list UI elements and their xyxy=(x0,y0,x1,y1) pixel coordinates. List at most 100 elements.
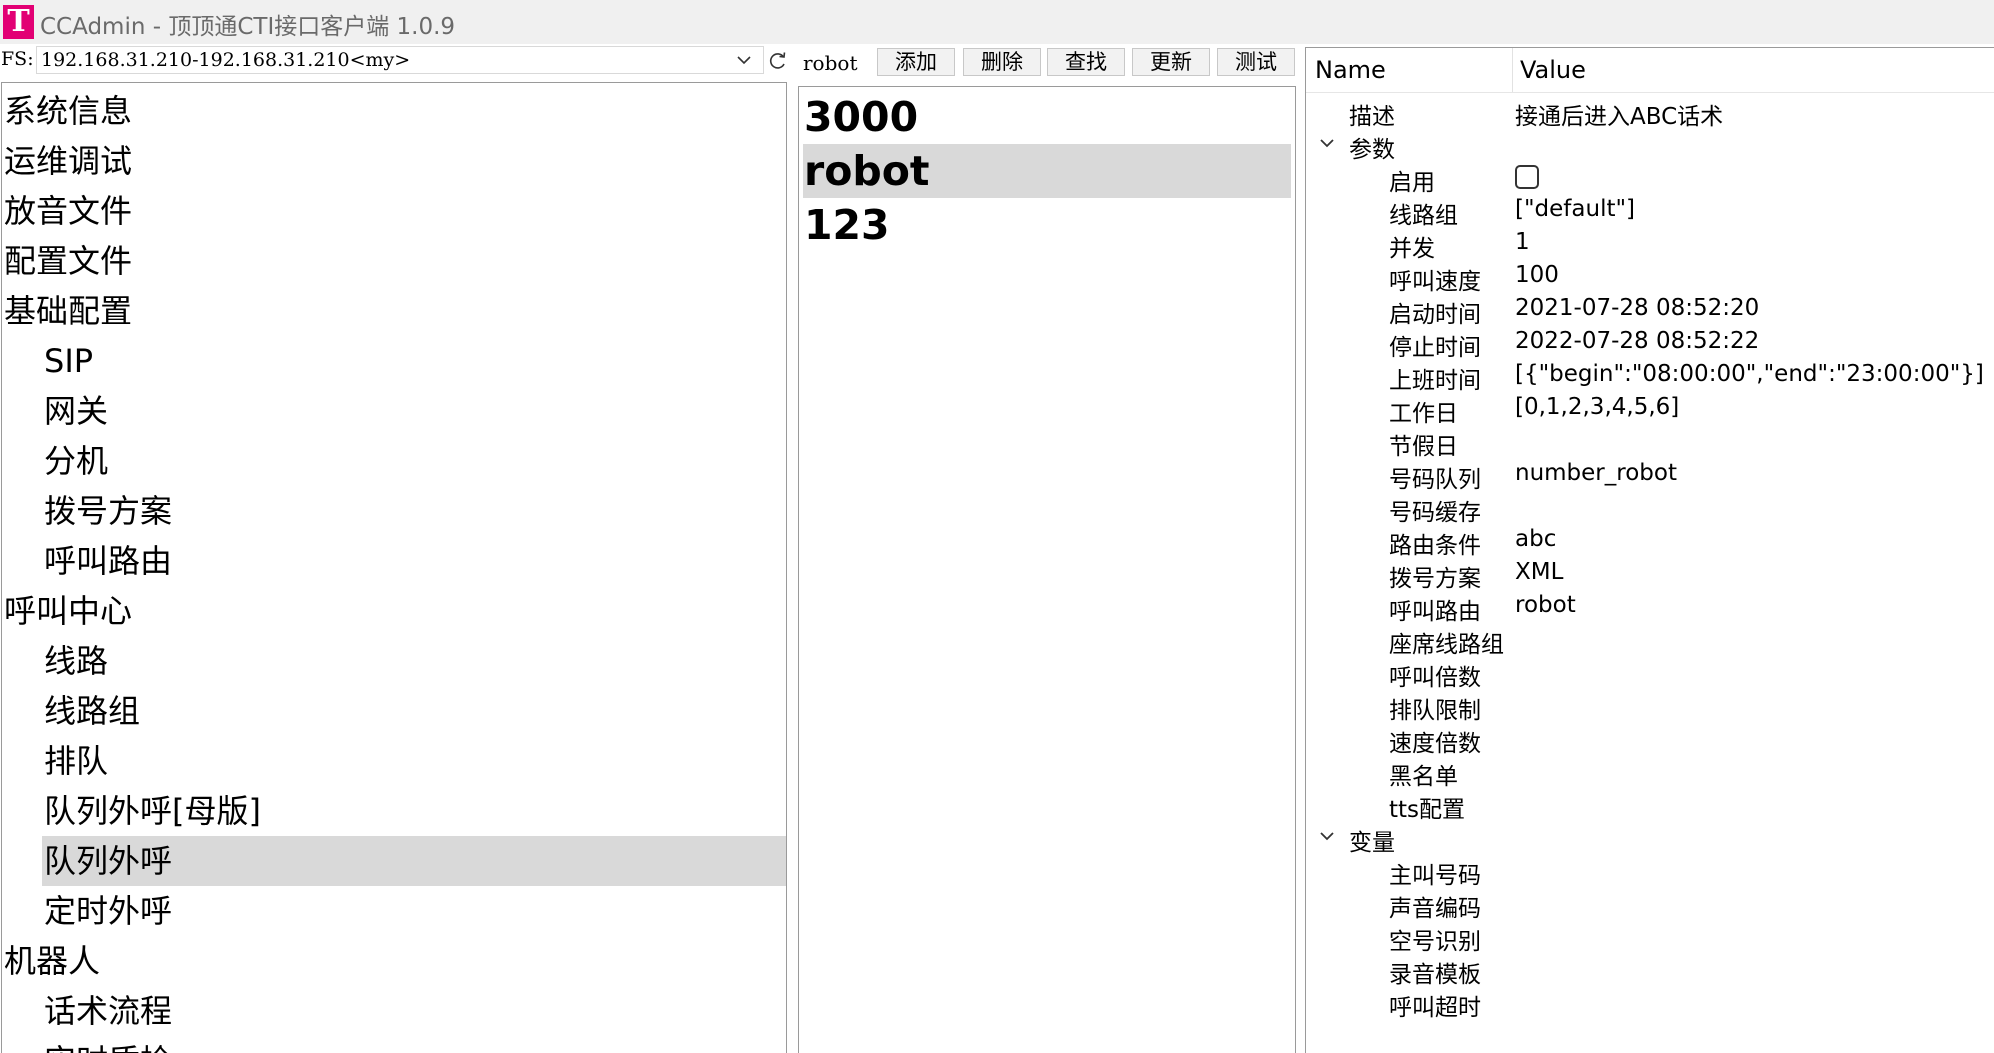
property-grid-header: Name Value xyxy=(1306,48,1994,93)
delete-button[interactable]: 删除 xyxy=(963,48,1041,76)
add-button[interactable]: 添加 xyxy=(877,48,955,76)
prop-row-speed-multiplier[interactable]: 速度倍数 xyxy=(1306,722,1994,757)
update-button[interactable]: 更新 xyxy=(1132,48,1210,76)
tree-item-realtime-qa[interactable]: 实时质检 xyxy=(44,1036,172,1053)
column-header-name[interactable]: Name xyxy=(1315,56,1386,84)
tree-item-queue-outbound-master[interactable]: 队列外呼[母版] xyxy=(44,786,261,836)
tree-item-call-center[interactable]: 呼叫中心 xyxy=(4,586,132,636)
filter-tab-robot[interactable]: robot xyxy=(799,47,862,80)
tree-item-ops-debug[interactable]: 运维调试 xyxy=(4,136,132,186)
tree-item-call-route[interactable]: 呼叫路由 xyxy=(44,536,172,586)
prop-row-blacklist[interactable]: 黑名单 xyxy=(1306,755,1994,790)
prop-value[interactable]: number_robot xyxy=(1515,460,1677,486)
prop-row-concurrency[interactable]: 并发 1 xyxy=(1306,227,1994,262)
prop-row-enabled[interactable]: 启用 xyxy=(1306,161,1994,196)
prop-key: 并发 xyxy=(1389,236,1435,262)
enabled-checkbox[interactable] xyxy=(1515,165,1539,189)
prop-value[interactable]: 1 xyxy=(1515,229,1530,255)
fs-label: FS: xyxy=(1,48,34,70)
refresh-icon[interactable] xyxy=(768,51,788,71)
prop-key: 排队限制 xyxy=(1389,698,1481,724)
group-label-params: 参数 xyxy=(1349,137,1395,163)
prop-value[interactable]: [{"begin":"08:00:00","end":"23:00:00"}] xyxy=(1515,361,1984,387)
prop-row-record-template[interactable]: 录音模板 xyxy=(1306,953,1994,988)
group-row-variables[interactable]: 变量 xyxy=(1306,821,1994,856)
chevron-down-icon[interactable] xyxy=(1318,827,1336,845)
prop-row-call-speed[interactable]: 呼叫速度 100 xyxy=(1306,260,1994,295)
tree-item-extension[interactable]: 分机 xyxy=(44,436,108,486)
prop-row-call-timeout[interactable]: 呼叫超时 xyxy=(1306,986,1994,1021)
prop-value[interactable]: [0,1,2,3,4,5,6] xyxy=(1515,394,1679,420)
group-row-params[interactable]: 参数 xyxy=(1306,128,1994,163)
tree-item-dial-plan[interactable]: 拨号方案 xyxy=(44,486,172,536)
prop-value[interactable]: 100 xyxy=(1515,262,1559,288)
prop-value[interactable]: 2021-07-28 08:52:20 xyxy=(1515,295,1759,321)
tree-item-queue[interactable]: 排队 xyxy=(44,736,108,786)
prop-value[interactable]: abc xyxy=(1515,526,1556,552)
property-grid[interactable]: Name Value 描述 接通后进入ABC话术 参数 启用 线路组 ["def… xyxy=(1305,47,1994,1053)
prop-key: 录音模板 xyxy=(1389,962,1481,988)
chevron-down-icon[interactable] xyxy=(735,51,753,69)
prop-row-call-route[interactable]: 呼叫路由 robot xyxy=(1306,590,1994,625)
prop-key: 停止时间 xyxy=(1389,335,1481,361)
tree-item-line[interactable]: 线路 xyxy=(44,636,108,686)
prop-key: 启动时间 xyxy=(1389,302,1481,328)
prop-row-start-time[interactable]: 启动时间 2021-07-28 08:52:20 xyxy=(1306,293,1994,328)
tree-item-audio-files[interactable]: 放音文件 xyxy=(4,186,132,236)
item-list[interactable]: 3000 robot 123 xyxy=(798,86,1296,1053)
find-button[interactable]: 查找 xyxy=(1047,48,1125,76)
list-item[interactable]: 123 xyxy=(799,198,1295,252)
prop-key: 描述 xyxy=(1349,104,1395,130)
prop-key: 呼叫超时 xyxy=(1389,995,1481,1021)
prop-value[interactable]: robot xyxy=(1515,592,1576,618)
prop-row-route-condition[interactable]: 路由条件 abc xyxy=(1306,524,1994,559)
prop-row-voice-codec[interactable]: 声音编码 xyxy=(1306,887,1994,922)
prop-row-agent-line-group[interactable]: 座席线路组 xyxy=(1306,623,1994,658)
prop-row-stop-time[interactable]: 停止时间 2022-07-28 08:52:22 xyxy=(1306,326,1994,361)
prop-row-caller-number[interactable]: 主叫号码 xyxy=(1306,854,1994,889)
column-header-value[interactable]: Value xyxy=(1520,56,1586,84)
navigation-tree[interactable]: 系统信息 运维调试 放音文件 配置文件 基础配置 SIP 网关 分机 拨号方案 … xyxy=(1,82,787,1053)
tree-item-scheduled-outbound[interactable]: 定时外呼 xyxy=(44,886,172,936)
fs-server-select[interactable]: 192.168.31.210-192.168.31.210<my> xyxy=(36,46,764,74)
prop-key: 呼叫倍数 xyxy=(1389,665,1481,691)
prop-value[interactable]: 2022-07-28 08:52:22 xyxy=(1515,328,1759,354)
tree-item-sip[interactable]: SIP xyxy=(44,336,93,386)
prop-row-workdays[interactable]: 工作日 [0,1,2,3,4,5,6] xyxy=(1306,392,1994,427)
column-divider[interactable] xyxy=(1512,48,1513,92)
prop-row-number-queue[interactable]: 号码队列 number_robot xyxy=(1306,458,1994,493)
prop-row-dial-plan[interactable]: 拨号方案 XML xyxy=(1306,557,1994,592)
list-item[interactable]: 3000 xyxy=(799,90,1295,144)
prop-key: 线路组 xyxy=(1389,203,1458,229)
prop-value[interactable]: 接通后进入ABC话术 xyxy=(1515,97,1723,131)
tree-item-robot[interactable]: 机器人 xyxy=(4,936,100,986)
prop-key: 路由条件 xyxy=(1389,533,1481,559)
tree-item-system-info[interactable]: 系统信息 xyxy=(4,86,132,136)
tree-item-line-group[interactable]: 线路组 xyxy=(44,686,140,736)
prop-row-work-hours[interactable]: 上班时间 [{"begin":"08:00:00","end":"23:00:0… xyxy=(1306,359,1994,394)
prop-row-empty-number-detect[interactable]: 空号识别 xyxy=(1306,920,1994,955)
prop-value[interactable]: XML xyxy=(1515,559,1563,585)
prop-key: tts配置 xyxy=(1389,797,1466,823)
fs-server-value: 192.168.31.210-192.168.31.210<my> xyxy=(41,49,411,71)
prop-key: 启用 xyxy=(1389,170,1435,196)
tree-item-script-flow[interactable]: 话术流程 xyxy=(44,986,172,1036)
prop-key: 工作日 xyxy=(1389,401,1458,427)
prop-row-line-group[interactable]: 线路组 ["default"] xyxy=(1306,194,1994,229)
prop-row-call-multiplier[interactable]: 呼叫倍数 xyxy=(1306,656,1994,691)
list-item-selected[interactable]: robot xyxy=(803,144,1291,198)
test-button[interactable]: 测试 xyxy=(1217,48,1295,76)
tree-item-config-files[interactable]: 配置文件 xyxy=(4,236,132,286)
prop-key: 号码队列 xyxy=(1389,467,1481,493)
tree-item-basic-config[interactable]: 基础配置 xyxy=(4,286,132,336)
prop-row-holidays[interactable]: 节假日 xyxy=(1306,425,1994,460)
prop-key: 呼叫速度 xyxy=(1389,269,1481,295)
tree-item-gateway[interactable]: 网关 xyxy=(44,386,108,436)
prop-row-number-cache[interactable]: 号码缓存 xyxy=(1306,491,1994,526)
prop-row-description[interactable]: 描述 接通后进入ABC话术 xyxy=(1306,95,1994,131)
prop-row-queue-limit[interactable]: 排队限制 xyxy=(1306,689,1994,724)
chevron-down-icon[interactable] xyxy=(1318,134,1336,152)
prop-value[interactable]: ["default"] xyxy=(1515,196,1635,222)
prop-row-tts-config[interactable]: tts配置 xyxy=(1306,788,1994,823)
tree-item-queue-outbound[interactable]: 队列外呼 xyxy=(42,836,786,886)
